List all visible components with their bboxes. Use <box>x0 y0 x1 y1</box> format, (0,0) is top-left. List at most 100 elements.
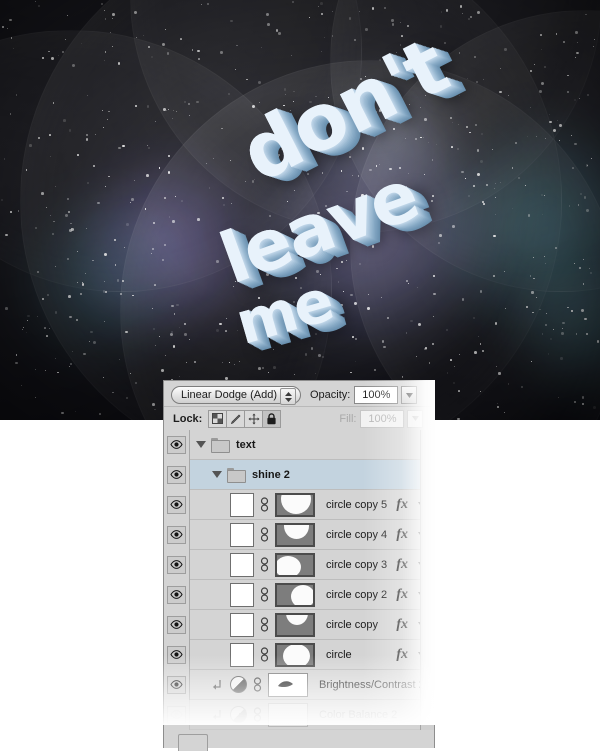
layer-thumbnail[interactable] <box>230 552 254 577</box>
layer-list: text shine 2 circle copy 5 fx circle copy 4 f… <box>163 429 435 730</box>
layer-name: text <box>236 438 256 451</box>
layer-visibility-cell <box>164 669 190 700</box>
layer-visibility-cell <box>164 459 190 490</box>
layer-row-body: circle fx <box>190 640 434 670</box>
lock-all-icon[interactable] <box>263 410 281 427</box>
eye-icon[interactable] <box>167 675 186 694</box>
panel-tab-stub[interactable] <box>178 734 208 751</box>
layers-panel: Linear Dodge (Add) Opacity: 100% Lock: F… <box>163 380 435 751</box>
layer-name: shine 2 <box>252 468 290 481</box>
layer-row[interactable]: Brightness/Contrast 2 <box>164 669 434 700</box>
layer-row-body: shine 2 <box>190 460 434 490</box>
layer-thumbnail[interactable] <box>230 522 254 547</box>
link-icon[interactable] <box>251 675 264 695</box>
blend-mode-value: Linear Dodge (Add) <box>181 389 278 401</box>
artwork-canvas: don't leave me <box>0 0 600 420</box>
eye-icon[interactable] <box>167 495 186 514</box>
lock-image-pixels-icon[interactable] <box>227 410 246 427</box>
eye-icon[interactable] <box>167 435 186 454</box>
fill-chevron-down-icon[interactable] <box>407 409 424 428</box>
eye-icon[interactable] <box>167 615 186 634</box>
lock-transparent-pixels-icon[interactable] <box>209 410 228 427</box>
layer-visibility-cell <box>164 489 190 520</box>
layer-row-body: Color Balance 2 <box>190 700 434 730</box>
layer-row[interactable]: Color Balance 2 <box>164 699 434 730</box>
layer-effects-fx-icon[interactable]: fx <box>396 647 408 663</box>
opacity-chevron-down-icon[interactable] <box>401 386 418 404</box>
layer-effects-fx-icon[interactable]: fx <box>396 557 408 573</box>
layer-row[interactable]: circle copy 5 fx <box>164 489 434 520</box>
opacity-input[interactable]: 100% <box>354 386 399 404</box>
layer-row-body: text <box>190 430 434 460</box>
layer-name: circle copy 2 <box>326 588 388 601</box>
layer-mask-thumbnail[interactable] <box>275 552 315 577</box>
layer-thumbnail[interactable] <box>230 492 254 517</box>
layer-visibility-cell <box>164 699 190 730</box>
layer-row[interactable]: circle fx <box>164 639 434 670</box>
layer-row[interactable]: shine 2 <box>164 459 434 490</box>
layer-name: Color Balance 2 <box>319 708 398 721</box>
layers-scrollbar[interactable] <box>420 430 434 730</box>
adjustment-layer-icon <box>230 706 247 723</box>
eye-icon[interactable] <box>167 705 186 724</box>
layer-mask-thumbnail[interactable] <box>275 612 315 637</box>
layer-row-body: circle copy 5 fx <box>190 490 434 520</box>
layer-mask-thumbnail[interactable] <box>268 672 308 697</box>
layer-effects-fx-icon[interactable]: fx <box>396 527 408 543</box>
layer-mask-thumbnail[interactable] <box>275 492 315 517</box>
disclosure-triangle-icon[interactable] <box>196 441 206 448</box>
layer-mask-thumbnail[interactable] <box>275 582 315 607</box>
layer-row[interactable]: circle copy 2 fx <box>164 579 434 610</box>
blend-mode-row: Linear Dodge (Add) Opacity: 100% <box>164 381 434 406</box>
layer-row[interactable]: circle copy 3 fx <box>164 549 434 580</box>
layer-row[interactable]: text <box>164 429 434 460</box>
blend-mode-select[interactable]: Linear Dodge (Add) <box>171 386 301 405</box>
layer-visibility-cell <box>164 519 190 550</box>
clipping-mask-arrow-icon <box>212 678 223 692</box>
layer-mask-thumbnail[interactable] <box>268 702 308 727</box>
eye-icon[interactable] <box>167 645 186 664</box>
link-icon[interactable] <box>258 555 271 575</box>
layer-name: circle copy <box>326 618 378 631</box>
eye-icon[interactable] <box>167 555 186 574</box>
eye-icon[interactable] <box>167 585 186 604</box>
folder-icon <box>211 438 230 453</box>
layer-visibility-cell <box>164 579 190 610</box>
disclosure-triangle-icon[interactable] <box>212 471 222 478</box>
link-icon[interactable] <box>258 525 271 545</box>
layer-effects-fx-icon[interactable]: fx <box>396 587 408 603</box>
lock-row: Lock: Fill: 100% <box>164 406 434 430</box>
layer-row-body: circle copy 2 fx <box>190 580 434 610</box>
layer-row-body: Brightness/Contrast 2 <box>190 670 434 700</box>
link-icon[interactable] <box>251 705 264 725</box>
layer-row-body: circle copy 4 fx <box>190 520 434 550</box>
layer-row[interactable]: circle copy 4 fx <box>164 519 434 550</box>
chevron-updown-icon[interactable] <box>280 388 296 405</box>
link-icon[interactable] <box>258 495 271 515</box>
lock-position-icon[interactable] <box>245 410 264 427</box>
layer-row-body: circle copy 3 fx <box>190 550 434 580</box>
link-icon[interactable] <box>258 615 271 635</box>
folder-icon <box>227 468 246 483</box>
link-icon[interactable] <box>258 585 271 605</box>
lock-button-group <box>208 409 282 428</box>
layer-visibility-cell <box>164 549 190 580</box>
layer-name: circle copy 5 <box>326 498 388 511</box>
fill-input[interactable]: 100% <box>360 409 405 428</box>
layer-row-body: circle copy fx <box>190 610 434 640</box>
layers-panel-bottom-edge <box>163 730 435 751</box>
layer-row[interactable]: circle copy fx <box>164 609 434 640</box>
layer-effects-fx-icon[interactable]: fx <box>396 497 408 513</box>
layer-name: circle copy 4 <box>326 528 388 541</box>
eye-icon[interactable] <box>167 525 186 544</box>
layer-effects-fx-icon[interactable]: fx <box>396 617 408 633</box>
layer-mask-thumbnail[interactable] <box>275 522 315 547</box>
layer-thumbnail[interactable] <box>230 642 254 667</box>
link-icon[interactable] <box>258 645 271 665</box>
layer-thumbnail[interactable] <box>230 612 254 637</box>
layer-name: Brightness/Contrast 2 <box>319 678 425 691</box>
opacity-label: Opacity: <box>310 389 351 401</box>
layer-mask-thumbnail[interactable] <box>275 642 315 667</box>
layer-thumbnail[interactable] <box>230 582 254 607</box>
eye-icon[interactable] <box>167 465 186 484</box>
